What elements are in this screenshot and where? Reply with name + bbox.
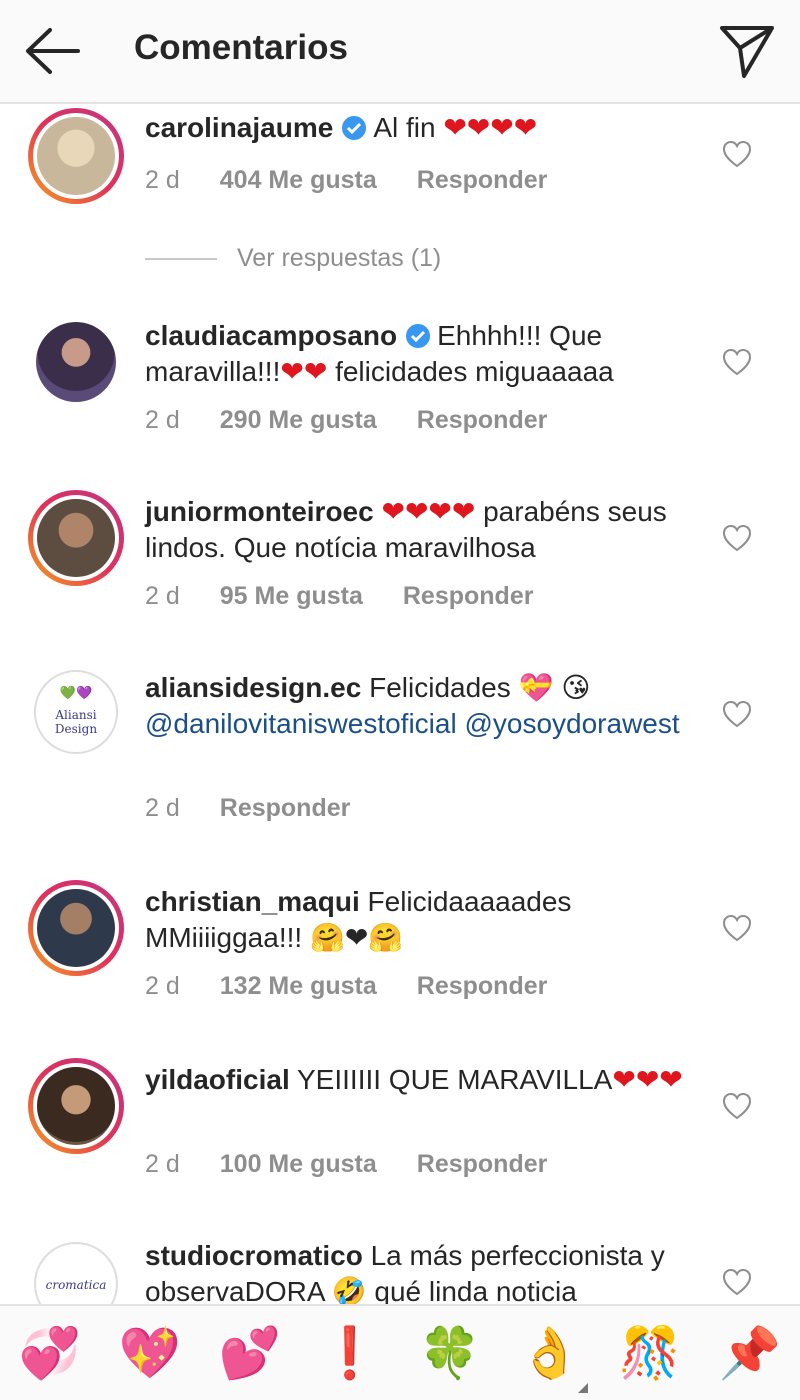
avatar[interactable] — [28, 1058, 124, 1154]
view-replies-button[interactable]: Ver respuestas (1) — [145, 244, 441, 273]
verified-badge-icon — [406, 324, 431, 348]
top-bar: Comentarios — [0, 0, 800, 104]
comment-body-continued: felicidades miguaaaaa — [335, 356, 614, 387]
comment-body: Al fin — [373, 112, 436, 143]
profile-photo — [36, 322, 116, 402]
divider-line — [145, 258, 217, 261]
ok-hand-emoji: 👌 — [518, 1325, 582, 1381]
heart-icon[interactable] — [722, 914, 752, 942]
username[interactable]: carolinajaume — [145, 112, 333, 143]
comment-body: Felicidades — [369, 672, 511, 703]
two-hearts-emoji-button[interactable]: 💕 — [218, 1321, 282, 1385]
heart-icon[interactable] — [722, 140, 752, 168]
comment-text: aliansidesign.ec Felicidades 💝 😘 @danilo… — [145, 670, 705, 742]
mention-link[interactable]: @yosoydorawest — [464, 708, 679, 739]
reply-button[interactable]: Responder — [417, 166, 548, 195]
comment-meta: 2 d 95 Me gusta Responder — [145, 582, 573, 611]
variant-indicator-icon — [578, 1383, 588, 1393]
heart-emojis: ❤❤❤❤ — [443, 112, 538, 143]
reply-button[interactable]: Responder — [220, 794, 351, 823]
heart-icon[interactable] — [722, 700, 752, 728]
avatar[interactable]: cromatica — [34, 1242, 118, 1304]
timestamp: 2 d — [145, 582, 180, 610]
comment-text: carolinajaume Al fin ❤❤❤❤ — [145, 110, 705, 146]
brand-logo: 💚💜 Aliansi Design — [40, 676, 112, 748]
comment-meta: 2 d Responder — [145, 794, 390, 823]
direct-message-icon[interactable] — [716, 20, 778, 80]
reply-button[interactable]: Responder — [417, 972, 548, 1001]
username[interactable]: studiocromatico — [145, 1240, 363, 1271]
heart-icon[interactable] — [722, 524, 752, 552]
comment-text: yildaoficial YEIIIIII QUE MARAVILLA❤❤❤ — [145, 1062, 705, 1098]
username[interactable]: juniormonteiroec — [145, 496, 374, 527]
comment-body-continued: qué linda noticia — [374, 1276, 577, 1304]
timestamp: 2 d — [145, 166, 180, 194]
heart-emojis: ❤❤ — [280, 356, 328, 387]
timestamp: 2 d — [145, 794, 180, 822]
emojis: 🤗❤🤗 — [309, 922, 404, 953]
sparkling-heart-emoji-button[interactable]: 💖 — [118, 1321, 182, 1385]
verified-badge-icon — [342, 116, 367, 140]
heart-icon[interactable] — [722, 1268, 752, 1296]
back-arrow-icon[interactable] — [22, 24, 82, 78]
username[interactable]: aliansidesign.ec — [145, 672, 361, 703]
comment-meta: 2 d 132 Me gusta Responder — [145, 972, 587, 1001]
view-replies-label: Ver respuestas (1) — [237, 244, 442, 272]
avatar[interactable] — [28, 490, 124, 586]
profile-photo — [37, 1067, 115, 1145]
emoji-quick-bar: 💞 💖 💕 ❗ 🍀 👌 🎊 📌 — [0, 1304, 800, 1400]
comment-body: YEIIIIII QUE MARAVILLA — [297, 1064, 613, 1095]
likes-count[interactable]: 132 Me gusta — [220, 972, 377, 1001]
comment-list[interactable]: carolinajaume Al fin ❤❤❤❤ 2 d 404 Me gusta… — [0, 104, 800, 1304]
heart-icon[interactable] — [722, 1092, 752, 1120]
laugh-emoji: 🤣 — [331, 1276, 367, 1304]
likes-count[interactable]: 290 Me gusta — [220, 406, 377, 435]
profile-photo — [37, 499, 115, 577]
likes-count[interactable]: 404 Me gusta — [220, 166, 377, 195]
profile-photo — [37, 117, 115, 195]
gift-heart-emoji: 💝 — [518, 672, 554, 703]
kiss-emoji: 😘 — [561, 672, 591, 703]
username[interactable]: yildaoficial — [145, 1064, 290, 1095]
avatar[interactable] — [36, 322, 116, 402]
comment-meta: 2 d 100 Me gusta Responder — [145, 1150, 587, 1179]
username[interactable]: christian_maqui — [145, 886, 360, 917]
brand-logo: cromatica — [40, 1248, 112, 1304]
reply-button[interactable]: Responder — [417, 406, 548, 435]
heart-icon[interactable] — [722, 348, 752, 376]
username[interactable]: claudiacamposano — [145, 320, 397, 351]
comment-meta: 2 d 290 Me gusta Responder — [145, 406, 587, 435]
comment-text: studiocromatico La más perfeccionista y … — [145, 1238, 705, 1304]
page-title: Comentarios — [134, 28, 348, 67]
mention-link[interactable]: @danilovitaniswestoficial — [145, 708, 457, 739]
revolving-hearts-emoji-button[interactable]: 💞 — [18, 1321, 82, 1385]
timestamp: 2 d — [145, 1150, 180, 1178]
timestamp: 2 d — [145, 972, 180, 1000]
avatar[interactable] — [28, 108, 124, 204]
avatar[interactable] — [28, 880, 124, 976]
heart-emojis: ❤❤❤❤ — [381, 496, 476, 527]
timestamp: 2 d — [145, 406, 180, 434]
confetti-ball-emoji-button[interactable]: 🎊 — [618, 1321, 682, 1385]
profile-photo — [37, 889, 115, 967]
comment-text: claudiacamposano Ehhhh!!! Que maravilla!!… — [145, 318, 705, 390]
comment-text: juniormonteiroec ❤❤❤❤ parabéns seus lind… — [145, 494, 705, 566]
comment-text: christian_maqui Felicidaaaaades MMiiiigg… — [145, 884, 705, 956]
reply-button[interactable]: Responder — [403, 582, 534, 611]
avatar[interactable]: 💚💜 Aliansi Design — [34, 670, 118, 754]
four-leaf-clover-emoji-button[interactable]: 🍀 — [418, 1321, 482, 1385]
heart-emojis: ❤❤❤ — [612, 1064, 683, 1095]
comment-meta: 2 d 404 Me gusta Responder — [145, 166, 587, 195]
reply-button[interactable]: Responder — [417, 1150, 548, 1179]
pushpin-emoji-button[interactable]: 📌 — [718, 1321, 782, 1385]
exclamation-emoji-button[interactable]: ❗ — [318, 1321, 382, 1385]
likes-count[interactable]: 95 Me gusta — [220, 582, 363, 611]
ok-hand-emoji-button[interactable]: 👌 — [518, 1321, 588, 1393]
likes-count[interactable]: 100 Me gusta — [220, 1150, 377, 1179]
